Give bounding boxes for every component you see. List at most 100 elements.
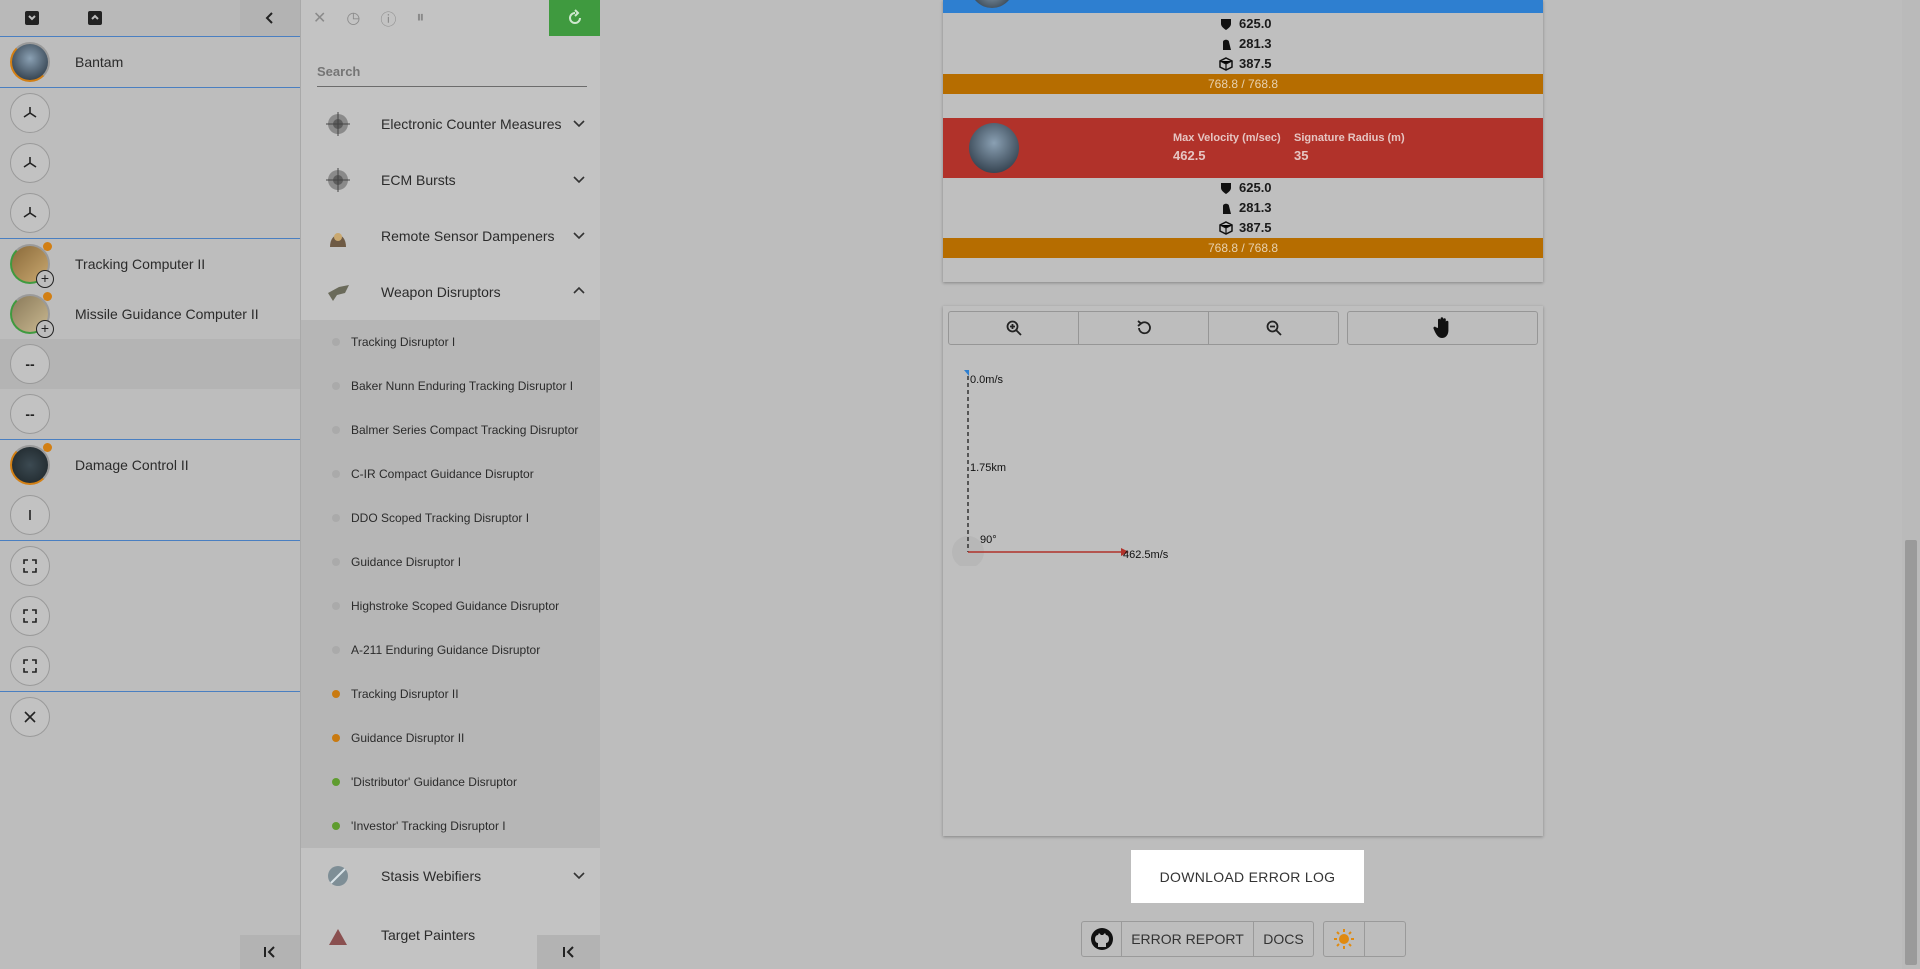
scrollbar-track[interactable]: [1902, 0, 1920, 969]
chevron-left-icon: [265, 12, 273, 24]
structure-icon: [1219, 220, 1233, 235]
market-item[interactable]: Baker Nunn Enduring Tracking Disruptor I: [301, 364, 600, 408]
error-report-button[interactable]: ERROR REPORT: [1121, 921, 1254, 957]
collapse-fit-button[interactable]: [240, 935, 300, 969]
market-item[interactable]: Highstroke Scoped Guidance Disruptor: [301, 584, 600, 628]
graph-card: 0.0m/s 1.75km 90° 462.5m/s: [943, 306, 1543, 836]
rig-slot[interactable]: [0, 591, 300, 641]
chevron-down-icon: [573, 872, 585, 880]
market-item[interactable]: DDO Scoped Tracking Disruptor I: [301, 496, 600, 540]
shield-icon: [1221, 182, 1231, 194]
market-item[interactable]: Guidance Disruptor I: [301, 540, 600, 584]
market-item[interactable]: 'Investor' Tracking Disruptor I: [301, 804, 600, 848]
zoom-in-button[interactable]: [948, 311, 1079, 345]
sensor-dampener-icon: [323, 221, 353, 251]
subsystem-slot[interactable]: [0, 490, 300, 540]
fit-panel: Bantam + Tracking Computer II + Missile …: [0, 0, 301, 969]
light-theme-button[interactable]: [1323, 921, 1365, 957]
meta-dot: [332, 690, 340, 698]
rig-slot[interactable]: [0, 641, 300, 691]
ehp-bar: 768.8 / 768.8: [943, 74, 1543, 94]
structure-stat: 387.5: [1219, 56, 1272, 71]
meta-dot: [332, 646, 340, 654]
close-icon[interactable]: ✕: [313, 8, 326, 28]
category-label: Target Painters: [381, 927, 476, 943]
pause-icon[interactable]: ⏸: [416, 9, 424, 27]
item-label: Balmer Series Compact Tracking Disruptor: [351, 423, 579, 437]
high-slot[interactable]: [0, 88, 300, 138]
import-icon[interactable]: [20, 6, 44, 30]
dark-theme-button[interactable]: [1364, 921, 1406, 957]
export-icon[interactable]: [83, 6, 107, 30]
download-error-log-button[interactable]: DOWNLOAD ERROR LOG: [1131, 850, 1364, 903]
chevron-down-icon: [573, 176, 585, 184]
ehp-bar: 768.8 / 768.8: [943, 238, 1543, 258]
rig-slot[interactable]: [0, 541, 300, 591]
item-label: C-IR Compact Guidance Disruptor: [351, 467, 534, 481]
search-input[interactable]: [317, 58, 587, 84]
empty-slot[interactable]: --: [0, 339, 300, 389]
github-button[interactable]: [1081, 921, 1122, 957]
meta-dot: [332, 602, 340, 610]
drone-slot[interactable]: [0, 692, 300, 742]
category-ecm[interactable]: Electronic Counter Measures: [301, 96, 600, 152]
search-field[interactable]: [317, 58, 587, 87]
missile-guidance-icon: +: [10, 292, 54, 338]
item-label: 'Distributor' Guidance Disruptor: [351, 775, 517, 789]
market-toolbar: ✕ ◷ ⓘ ⏸: [301, 0, 553, 36]
market-item[interactable]: 'Distributor' Guidance Disruptor: [301, 760, 600, 804]
chevron-down-icon: [573, 120, 585, 128]
target-avatar: [969, 123, 1019, 173]
empty-slot-text: --: [25, 406, 35, 422]
targets-card: 625.0 281.3 387.5 768.8 / 768.8 Max Velo…: [943, 0, 1543, 282]
market-item[interactable]: Balmer Series Compact Tracking Disruptor: [301, 408, 600, 452]
rig-slot-icon: [23, 659, 37, 673]
market-item[interactable]: C-IR Compact Guidance Disruptor: [301, 452, 600, 496]
history-icon[interactable]: ◷: [346, 8, 360, 28]
category-label: Electronic Counter Measures: [381, 116, 562, 132]
category-stasis-webifiers[interactable]: Stasis Webifiers: [301, 848, 600, 904]
target-header: [943, 0, 1543, 13]
ship-row[interactable]: Bantam: [0, 37, 300, 87]
zoom-out-button[interactable]: [1208, 311, 1339, 345]
item-label: Highstroke Scoped Guidance Disruptor: [351, 599, 560, 613]
velocity-value: 462.5: [1173, 148, 1206, 163]
pan-button[interactable]: [1347, 311, 1538, 345]
add-charge-icon[interactable]: +: [36, 320, 54, 338]
info-icon[interactable]: ⓘ: [380, 6, 396, 30]
high-slot-icon: [23, 207, 37, 218]
high-slot-icon: [23, 107, 37, 118]
scrollbar-thumb[interactable]: [1905, 540, 1917, 965]
high-slot[interactable]: [0, 188, 300, 238]
meta-dot: [332, 470, 340, 478]
ecm-icon: [323, 109, 353, 139]
docs-button[interactable]: DOCS: [1253, 921, 1314, 957]
moon-icon: [1382, 930, 1391, 948]
category-sensor-dampeners[interactable]: Remote Sensor Dampeners: [301, 208, 600, 264]
reset-button[interactable]: [1078, 311, 1209, 345]
high-slot[interactable]: [0, 138, 300, 188]
armor-stat: 281.3: [1219, 36, 1272, 51]
category-label: ECM Bursts: [381, 172, 456, 188]
reset-icon: [1136, 320, 1151, 335]
slot-damage-control[interactable]: Damage Control II: [0, 440, 300, 490]
market-item[interactable]: Guidance Disruptor II: [301, 716, 600, 760]
collapse-left-button[interactable]: [240, 0, 300, 36]
slot-tracking-computer[interactable]: + Tracking Computer II: [0, 239, 300, 289]
shield-stat: 625.0: [1219, 180, 1272, 195]
distance-label: 1.75km: [970, 462, 1007, 474]
empty-slot[interactable]: --: [0, 389, 300, 439]
item-label: 'Investor' Tracking Disruptor I: [351, 819, 506, 833]
slot-missile-guidance[interactable]: + Missile Guidance Computer II: [0, 289, 300, 339]
add-charge-icon[interactable]: +: [36, 270, 54, 288]
market-item[interactable]: A-211 Enduring Guidance Disruptor: [301, 628, 600, 672]
market-item[interactable]: Tracking Disruptor II: [301, 672, 600, 716]
status-dot: [43, 242, 52, 251]
refresh-button[interactable]: [549, 0, 600, 36]
category-label: Stasis Webifiers: [381, 868, 482, 884]
collapse-market-button[interactable]: [537, 935, 600, 969]
drone-icon: [24, 711, 36, 723]
market-item[interactable]: Tracking Disruptor I: [301, 320, 600, 364]
category-ecm-bursts[interactable]: ECM Bursts: [301, 152, 600, 208]
category-weapon-disruptors[interactable]: Weapon Disruptors: [301, 264, 600, 320]
